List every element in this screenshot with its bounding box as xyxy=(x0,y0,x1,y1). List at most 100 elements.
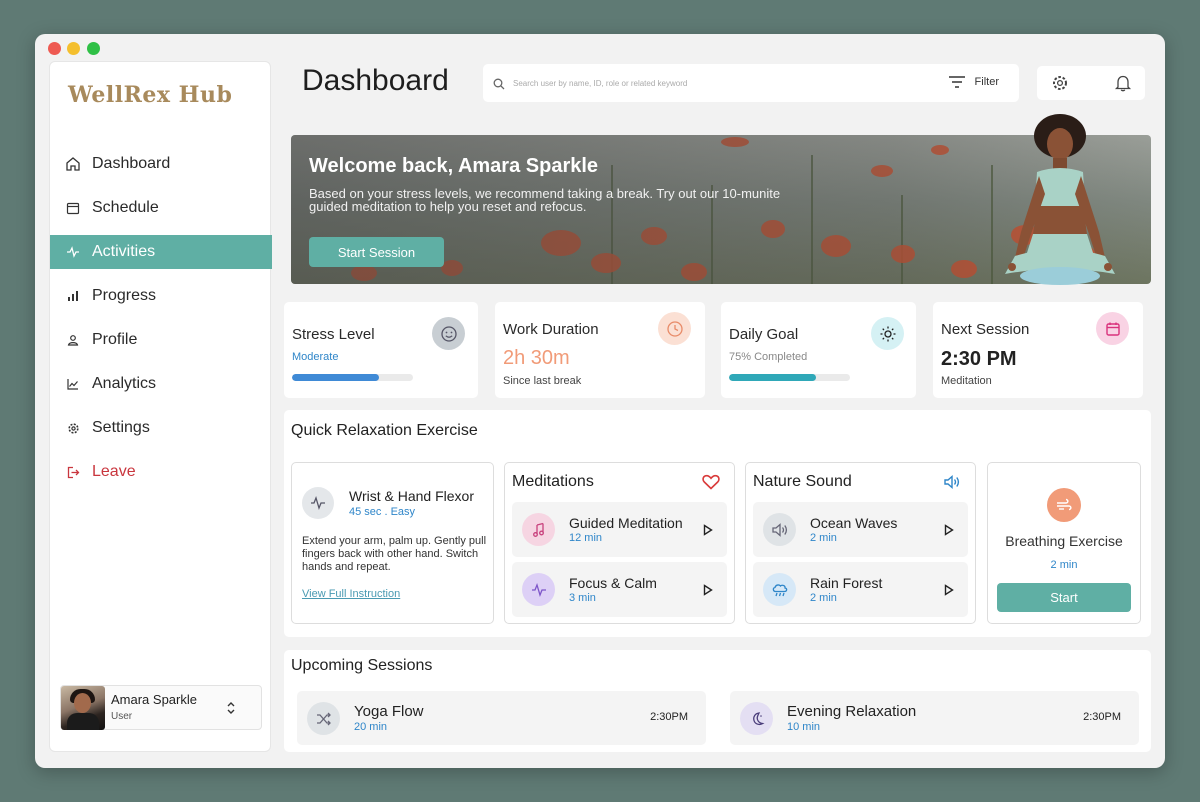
track-duration: 2 min xyxy=(810,592,837,604)
line-chart-icon xyxy=(64,375,82,393)
track-name: Guided Meditation xyxy=(569,515,683,531)
play-icon[interactable] xyxy=(703,523,713,536)
sidebar-item-activities[interactable]: Activities xyxy=(50,235,272,269)
play-icon[interactable] xyxy=(703,583,713,596)
rain-cloud-icon xyxy=(763,573,796,606)
sidebar-item-label: Analytics xyxy=(92,375,157,392)
track-name: Focus & Calm xyxy=(569,575,657,591)
sidebar-item-dashboard[interactable]: Dashboard xyxy=(50,147,272,181)
upcoming-sessions-panel: Upcoming Sessions Yoga Flow 20 min 2:30P… xyxy=(284,650,1151,752)
track-name: Ocean Waves xyxy=(810,515,898,531)
ocean-waves-item[interactable]: Ocean Waves 2 min xyxy=(753,502,968,557)
sidebar-item-leave[interactable]: Leave xyxy=(50,455,272,489)
volume-icon xyxy=(763,513,796,546)
sidebar-item-profile[interactable]: Profile xyxy=(50,323,272,357)
user-card[interactable]: Amara Sparkle User xyxy=(60,685,262,730)
pulse-icon xyxy=(64,243,82,261)
rain-forest-item[interactable]: Rain Forest 2 min xyxy=(753,562,968,617)
maximize-window-button[interactable] xyxy=(87,42,100,55)
bar-chart-icon xyxy=(64,287,82,305)
session-name: Evening Relaxation xyxy=(787,703,917,720)
next-session-title: Next Session xyxy=(941,321,1030,338)
wrist-exercise-card: Wrist & Hand Flexor 45 sec . Easy Extend… xyxy=(291,462,494,624)
daily-goal-title: Daily Goal xyxy=(729,326,799,343)
sidebar-item-label: Leave xyxy=(92,463,136,480)
nature-sound-title: Nature Sound xyxy=(753,473,852,490)
breathing-exercise-duration: 2 min xyxy=(1050,559,1078,571)
session-duration: 10 min xyxy=(787,721,821,733)
close-window-button[interactable] xyxy=(48,42,61,55)
wrist-exercise-title: Wrist & Hand Flexor xyxy=(349,488,474,504)
heart-icon[interactable] xyxy=(702,474,720,490)
play-icon[interactable] xyxy=(944,583,954,596)
play-icon[interactable] xyxy=(944,523,954,536)
minimize-window-button[interactable] xyxy=(67,42,80,55)
music-note-icon xyxy=(522,513,555,546)
stress-level-value: Moderate xyxy=(292,351,339,363)
sidebar-item-progress[interactable]: Progress xyxy=(50,279,272,313)
daily-goal-bar-fill xyxy=(729,374,817,381)
logout-icon xyxy=(64,463,82,481)
moon-icon xyxy=(740,702,773,735)
work-duration-value: 2h 30m xyxy=(503,347,570,369)
stress-level-bar xyxy=(292,374,413,381)
start-session-button[interactable]: Start Session xyxy=(309,237,444,267)
user-name: Amara Sparkle xyxy=(111,692,197,707)
upcoming-session-yoga-flow[interactable]: Yoga Flow 20 min 2:30PM xyxy=(297,691,706,745)
meditations-title: Meditations xyxy=(512,473,594,490)
user-icon xyxy=(64,331,82,349)
view-full-instruction-link[interactable]: View Full Instruction xyxy=(302,588,400,600)
wrist-exercise-meta: 45 sec . Easy xyxy=(349,506,416,518)
smiley-icon xyxy=(432,317,465,350)
daily-goal-bar xyxy=(729,374,850,381)
nature-sound-card: Nature Sound Ocean Waves 2 min Rain Fore… xyxy=(745,462,976,624)
sidebar-item-analytics[interactable]: Analytics xyxy=(50,367,272,401)
home-icon xyxy=(64,155,82,173)
sidebar-item-settings[interactable]: Settings xyxy=(50,411,272,445)
daily-goal-value: 75% Completed xyxy=(729,351,808,363)
sidebar-item-label: Settings xyxy=(92,419,150,436)
track-name: Rain Forest xyxy=(810,575,883,591)
settings-gear-icon[interactable] xyxy=(1051,74,1069,92)
sidebar-item-label: Profile xyxy=(92,331,138,348)
stress-level-card: Stress Level Moderate xyxy=(284,302,478,398)
wind-icon xyxy=(1047,488,1081,522)
search-bar: Filter xyxy=(483,64,1019,102)
sidebar-item-label: Dashboard xyxy=(92,155,171,172)
upcoming-sessions-title: Upcoming Sessions xyxy=(291,657,433,674)
sidebar-item-schedule[interactable]: Schedule xyxy=(50,191,272,225)
calendar-icon xyxy=(64,199,82,217)
pulse-icon xyxy=(302,487,334,519)
upcoming-session-evening-relaxation[interactable]: Evening Relaxation 10 min 2:30PM xyxy=(730,691,1139,745)
search-input[interactable] xyxy=(513,78,933,88)
user-role: User xyxy=(111,711,133,722)
sidebar: WellRex Hub Dashboard Schedule Activitie… xyxy=(49,61,272,752)
sidebar-item-label: Activities xyxy=(92,243,156,260)
clock-icon xyxy=(658,312,691,345)
pulse-icon xyxy=(522,573,555,606)
session-name: Yoga Flow xyxy=(354,703,424,720)
speaker-icon[interactable] xyxy=(943,474,961,490)
calendar-icon xyxy=(1096,312,1129,345)
daily-goal-card: Daily Goal 75% Completed xyxy=(721,302,916,398)
avatar xyxy=(61,686,105,730)
start-breathing-button[interactable]: Start xyxy=(997,583,1131,612)
stress-level-title: Stress Level xyxy=(292,326,375,343)
app-window: WellRex Hub Dashboard Schedule Activitie… xyxy=(35,34,1165,768)
focus-calm-item[interactable]: Focus & Calm 3 min xyxy=(512,562,727,617)
gear-icon xyxy=(64,419,82,437)
stress-level-bar-fill xyxy=(292,374,380,381)
sidebar-item-label: Progress xyxy=(92,287,157,304)
next-session-card: Next Session 2:30 PM Meditation xyxy=(933,302,1143,398)
guided-meditation-item[interactable]: Guided Meditation 12 min xyxy=(512,502,727,557)
bell-icon[interactable] xyxy=(1114,74,1132,92)
track-duration: 12 min xyxy=(569,532,603,544)
sun-icon xyxy=(871,317,904,350)
logo: WellRex Hub xyxy=(68,82,233,108)
shuffle-icon xyxy=(307,702,340,735)
filter-label: Filter xyxy=(974,76,999,88)
chevron-up-down-icon[interactable] xyxy=(225,699,237,717)
filter-icon xyxy=(948,76,965,88)
filter-button[interactable]: Filter xyxy=(948,76,999,88)
breathing-exercise-title: Breathing Exercise xyxy=(1005,533,1123,549)
